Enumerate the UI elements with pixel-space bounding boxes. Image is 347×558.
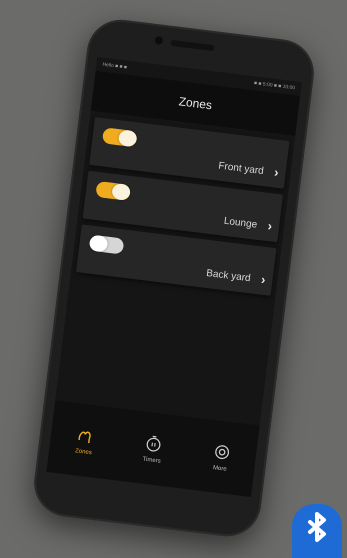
zone-toggle-back-yard[interactable]	[88, 234, 125, 255]
zone-list: Front yard › Lounge › Back yard ›	[71, 111, 295, 297]
zone-toggle-front-yard[interactable]	[101, 127, 138, 148]
nav-label: Zones	[74, 447, 93, 456]
app-screen: Hello ■ ■ ■ ■ ■ 5:00 ■ ■ 10:00 Zones Fro…	[46, 57, 302, 498]
nav-label: Timers	[142, 456, 161, 465]
zone-label: Lounge	[223, 215, 258, 231]
bluetooth-icon	[308, 512, 326, 542]
status-right: ■ ■ 5:00 ■ ■ 10:00	[253, 80, 296, 92]
toggle-knob	[117, 129, 138, 148]
chevron-right-icon[interactable]: ›	[260, 272, 266, 287]
page-title: Zones	[178, 94, 213, 113]
gear-icon	[214, 444, 229, 459]
scene: Hello ■ ■ ■ ■ ■ 5:00 ■ ■ 10:00 Zones Fro…	[0, 0, 347, 558]
timer-icon	[146, 435, 161, 452]
nav-item-more[interactable]: More	[210, 442, 231, 473]
front-camera	[154, 35, 164, 45]
nav-label: More	[212, 464, 227, 473]
toggle-knob	[111, 182, 132, 201]
bluetooth-badge	[292, 504, 342, 558]
chevron-right-icon[interactable]: ›	[267, 218, 273, 233]
toggle-knob	[88, 234, 109, 253]
earpiece-speaker	[170, 39, 215, 52]
chevron-right-icon[interactable]: ›	[273, 164, 279, 179]
nav-item-timers[interactable]: Timers	[142, 433, 164, 464]
zones-icon	[78, 431, 92, 443]
status-left: Hello ■ ■ ■	[102, 61, 128, 71]
zone-label: Back yard	[205, 267, 252, 285]
nav-item-zones[interactable]: Zones	[74, 425, 95, 456]
zone-label: Front yard	[217, 160, 265, 178]
bottom-nav: Zones Timers More	[46, 400, 260, 498]
zone-toggle-lounge[interactable]	[95, 180, 132, 201]
phone-device: Hello ■ ■ ■ ■ ■ 5:00 ■ ■ 10:00 Zones Fro…	[30, 15, 318, 541]
